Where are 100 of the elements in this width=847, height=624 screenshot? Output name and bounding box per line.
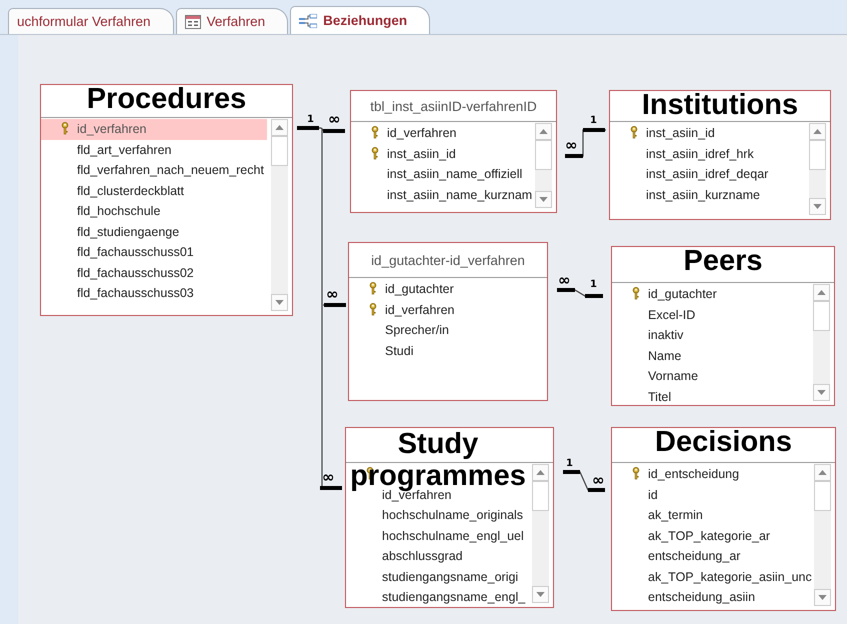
field-row[interactable]: entscheidung_ar — [612, 546, 810, 566]
field-row[interactable]: id_entscheidung — [612, 464, 810, 484]
scroll-up-button[interactable] — [809, 123, 826, 140]
cardinality-label: ∞ — [328, 110, 340, 128]
field-name: entscheidung_ar — [648, 549, 740, 564]
field-name: Vorname — [648, 369, 698, 384]
scrollbar[interactable] — [535, 123, 552, 208]
scroll-down-button[interactable] — [532, 586, 549, 603]
scroll-up-button[interactable] — [271, 119, 288, 136]
field-name: entscheidung_asiin — [648, 590, 756, 604]
field-row[interactable]: studiengangsname_engl_ — [346, 587, 528, 607]
table-caption: Decisions — [655, 426, 792, 458]
field-row[interactable]: id_gutachter — [349, 279, 543, 300]
field-row[interactable]: fld_fachausschuss01 — [41, 242, 267, 262]
scroll-up-button[interactable] — [813, 284, 830, 301]
scroll-up-button[interactable] — [535, 123, 552, 140]
field-row[interactable]: fld_art_verfahren — [41, 140, 267, 160]
field-row[interactable]: Studi — [349, 340, 543, 361]
tab[interactable]: Verfahren — [176, 8, 288, 34]
cardinality-label: ∞ — [592, 471, 604, 489]
field-name: id_gutachter — [648, 287, 717, 302]
relationships-icon — [299, 14, 318, 28]
field-name: hochschulname_engl_uel — [382, 528, 524, 543]
scroll-thumb[interactable] — [813, 301, 830, 331]
scroll-up-button[interactable] — [532, 464, 549, 481]
field-row[interactable]: Sprecher/in — [349, 320, 543, 340]
field-name: fld_verfahren_nach_neuem_recht — [77, 163, 264, 178]
relationship-line[interactable] — [557, 288, 603, 298]
field-name: id_verfahren — [77, 122, 146, 136]
field-name: Excel-ID — [648, 308, 696, 322]
scroll-thumb[interactable] — [532, 481, 549, 511]
field-row[interactable]: Excel-ID — [612, 304, 809, 325]
field-name: Titel — [648, 390, 672, 404]
field-row[interactable]: inst_asiin_kurzname — [610, 184, 805, 205]
field-row[interactable]: fld_verfahren_nach_neuem_recht — [41, 160, 267, 180]
field-row[interactable]: inst_asiin_id — [351, 144, 531, 164]
field-row[interactable]: ak_TOP_kategorie_ar — [612, 526, 810, 546]
field-row[interactable]: id_verfahren — [41, 119, 267, 140]
field-row[interactable]: hochschulname_originals — [346, 505, 528, 526]
field-name: id_gutachter — [385, 282, 454, 296]
field-name: ak_TOP_kategorie_asiin_unc — [648, 570, 812, 584]
field-name: fld_fachausschuss01 — [77, 245, 194, 260]
field-row[interactable]: studiengangsname_origi — [346, 566, 528, 587]
scroll-thumb[interactable] — [535, 140, 552, 170]
field-row[interactable]: inst_asiin_name_kurznam — [351, 184, 531, 205]
field-row[interactable]: fld_hochschule — [41, 201, 267, 222]
scroll-thumb[interactable] — [271, 136, 288, 166]
relationship-line[interactable] — [563, 470, 605, 492]
scroll-thumb[interactable] — [814, 481, 831, 511]
field-row[interactable]: fld_fachausschuss03 — [41, 283, 267, 304]
field-row[interactable]: fld_fachausschuss02 — [41, 262, 267, 283]
field-row[interactable]: inst_asiin_idref_hrk — [610, 144, 805, 164]
table-title: tbl_inst_asiinID-verfahrenID — [370, 98, 537, 114]
up-arrow-icon — [813, 129, 822, 134]
up-arrow-icon — [536, 470, 545, 475]
scroll-down-button[interactable] — [814, 589, 831, 606]
field-row[interactable]: hochschulname_engl_uel — [346, 526, 528, 546]
scrollbar[interactable] — [814, 464, 831, 606]
relationship-line[interactable] — [565, 128, 606, 158]
scroll-down-button[interactable] — [535, 191, 552, 208]
down-arrow-icon — [817, 390, 826, 395]
field-row[interactable]: ak_termin — [612, 505, 810, 526]
field-row[interactable]: entscheidung_asiin — [612, 587, 810, 608]
field-row[interactable]: fld_studiengaenge — [41, 222, 267, 242]
form-icon — [184, 14, 201, 28]
cardinality-label: 1 — [307, 114, 314, 125]
cardinality-label: ∞ — [326, 285, 338, 303]
field-row[interactable]: abschlussgrad — [346, 546, 528, 566]
field-row[interactable]: inst_asiin_id — [610, 123, 805, 144]
scroll-down-button[interactable] — [271, 294, 288, 311]
field-row[interactable]: inst_asiin_idref_deqar — [610, 164, 805, 184]
field-name: id_entscheidung — [648, 467, 740, 482]
table-caption: Study programmes — [349, 428, 527, 492]
field-name: Name — [648, 348, 682, 363]
field-row[interactable]: fld_clusterdeckblatt — [41, 180, 267, 201]
tab[interactable]: Beziehungen — [290, 6, 430, 34]
tab[interactable]: uchformular Verfahren — [8, 8, 174, 34]
field-row[interactable]: Name — [612, 346, 809, 366]
table-caption: Peers — [683, 245, 762, 277]
scrollbar[interactable] — [271, 119, 288, 311]
field-row[interactable]: ak_TOP_kategorie_asiin_unc — [612, 566, 810, 587]
field-name: fld_fachausschuss02 — [77, 266, 194, 280]
scrollbar[interactable] — [809, 123, 826, 215]
field-name: fld_studiengaenge — [77, 224, 180, 239]
field-row[interactable]: Vorname — [612, 366, 809, 386]
field-row[interactable]: Titel — [612, 386, 809, 405]
field-name: studiengangsname_origi — [382, 570, 518, 584]
scrollbar[interactable] — [813, 284, 830, 401]
field-row[interactable]: id_gutachter — [612, 284, 809, 304]
field-row[interactable]: id_verfahren — [349, 300, 543, 320]
field-row[interactable]: inst_asiin_name_offiziell — [351, 164, 531, 184]
scrollbar[interactable] — [532, 464, 549, 603]
scroll-down-button[interactable] — [809, 198, 826, 215]
field-row[interactable]: id_verfahren — [351, 123, 531, 144]
scroll-down-button[interactable] — [813, 384, 830, 401]
scroll-up-button[interactable] — [814, 464, 831, 481]
up-arrow-icon — [818, 470, 827, 475]
scroll-thumb[interactable] — [809, 140, 826, 170]
field-row[interactable]: id — [612, 484, 810, 505]
field-row[interactable]: inaktiv — [612, 325, 809, 346]
